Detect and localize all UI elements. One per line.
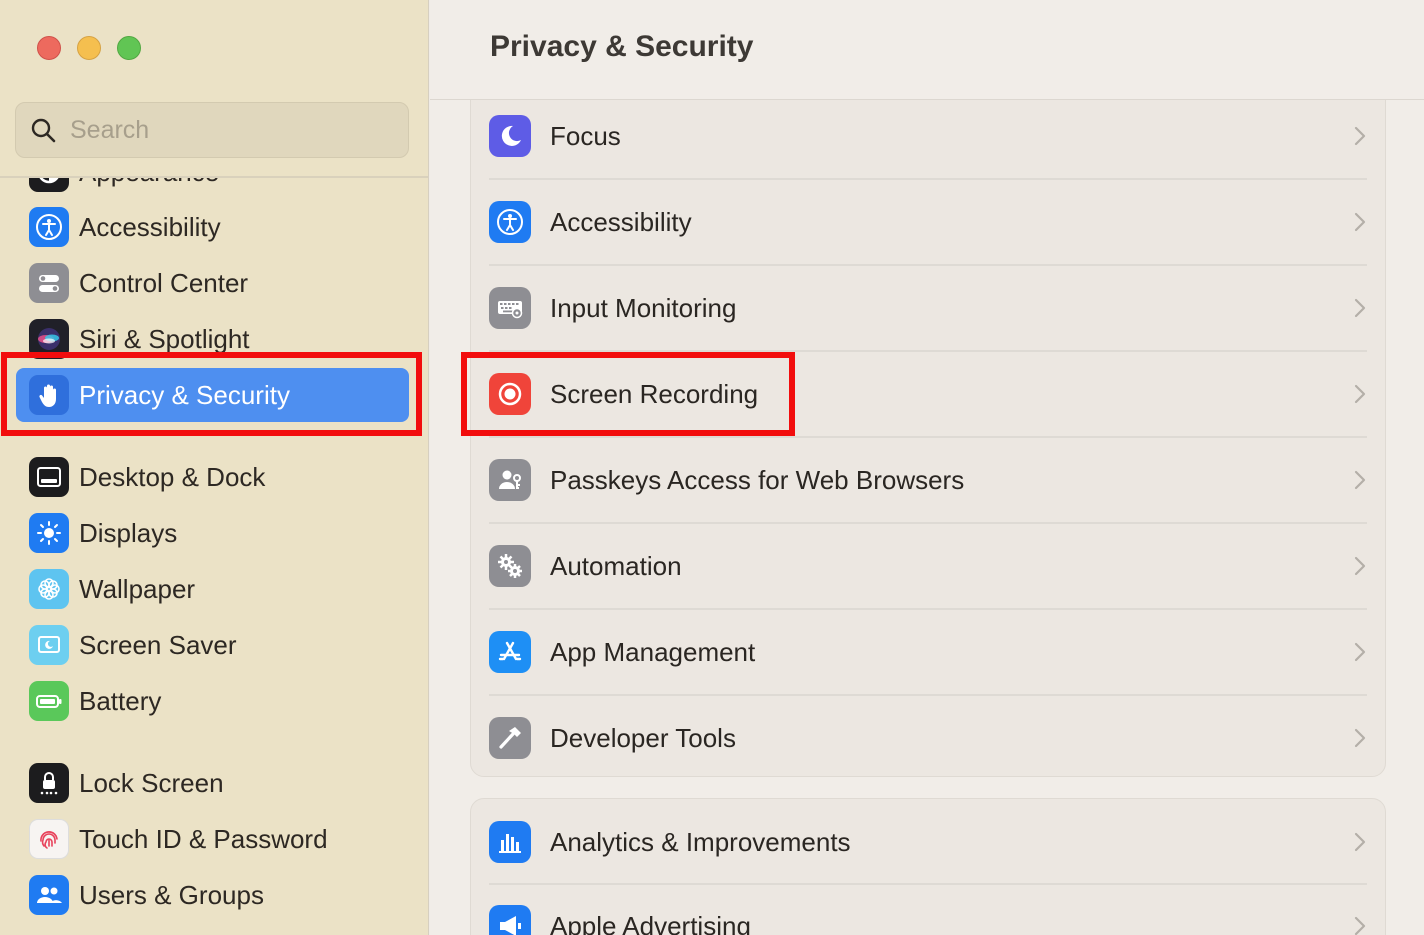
sidebar-item-label: Desktop & Dock (79, 461, 266, 492)
permission-row-screen-recording[interactable]: Screen Recording (471, 351, 1385, 437)
desktop-dock-icon (29, 457, 69, 497)
sidebar-item-accessibility[interactable]: Accessibility (16, 200, 409, 254)
chevron-right-icon (1354, 298, 1366, 318)
battery-icon (29, 681, 69, 721)
settings-row-analytics[interactable]: Analytics & Improvements (471, 799, 1385, 885)
chevron-right-icon (1354, 126, 1366, 146)
sidebar-item-users-groups[interactable]: Users & Groups (16, 868, 409, 922)
focus-moon-icon (489, 115, 531, 157)
chevron-right-icon (1354, 556, 1366, 576)
permission-row-automation[interactable]: Automation (471, 523, 1385, 609)
sidebar-item-touch-id[interactable]: Touch ID & Password (16, 812, 409, 866)
screen-recording-icon (489, 373, 531, 415)
chevron-right-icon (1354, 728, 1366, 748)
permission-label: Screen Recording (550, 378, 759, 409)
fingerprint-icon (29, 819, 69, 859)
displays-icon (29, 513, 69, 553)
permission-label: Focus (550, 120, 621, 151)
sidebar-item-label: Users & Groups (79, 879, 264, 910)
wallpaper-icon (29, 569, 69, 609)
sidebar-item-lock-screen[interactable]: Lock Screen (16, 756, 409, 810)
settings-label: Analytics & Improvements (550, 826, 851, 857)
gears-icon (489, 545, 531, 587)
search-input[interactable] (70, 115, 370, 145)
keyboard-icon (489, 287, 531, 329)
settings-label: Apple Advertising (550, 910, 751, 935)
sidebar-item-label: Appearance (79, 178, 219, 188)
sidebar-item-privacy-security[interactable]: Privacy & Security (16, 368, 409, 422)
lock-screen-icon (29, 763, 69, 803)
permission-row-accessibility[interactable]: Accessibility (471, 179, 1385, 265)
sidebar: Appearance Accessibility Control Center … (0, 0, 429, 935)
sidebar-list: Appearance Accessibility Control Center … (0, 178, 428, 935)
accessibility-icon (489, 201, 531, 243)
search-field[interactable] (15, 102, 409, 158)
sidebar-item-label: Accessibility (79, 211, 221, 242)
chevron-right-icon (1354, 832, 1366, 852)
siri-icon (29, 319, 69, 359)
permission-row-focus[interactable]: Focus (471, 93, 1385, 179)
sidebar-item-label: Siri & Spotlight (79, 323, 250, 354)
chevron-right-icon (1354, 384, 1366, 404)
minimize-window-button[interactable] (77, 36, 101, 60)
main-content: Privacy & Security Focus Accessibility I… (430, 0, 1424, 935)
hammer-icon (489, 717, 531, 759)
screen-saver-icon (29, 625, 69, 665)
settings-row-apple-advertising[interactable]: Apple Advertising (471, 883, 1385, 935)
sidebar-item-desktop-dock[interactable]: Desktop & Dock (16, 450, 409, 504)
passkeys-icon (489, 459, 531, 501)
privacy-hand-icon (29, 375, 69, 415)
permission-row-app-management[interactable]: App Management (471, 609, 1385, 695)
sidebar-item-appearance[interactable]: Appearance (16, 178, 409, 199)
main-header: Privacy & Security (430, 0, 1424, 100)
app-store-icon (489, 631, 531, 673)
chevron-right-icon (1354, 212, 1366, 232)
sidebar-item-label: Displays (79, 517, 178, 548)
analytics-bars-icon (489, 821, 531, 863)
search-icon (31, 118, 56, 143)
appearance-icon (29, 178, 69, 192)
page-title: Privacy & Security (490, 30, 754, 63)
chevron-right-icon (1354, 470, 1366, 490)
users-groups-icon (29, 875, 69, 915)
sidebar-item-screen-saver[interactable]: Screen Saver (16, 618, 409, 672)
sidebar-item-control-center[interactable]: Control Center (16, 256, 409, 310)
permission-row-developer-tools[interactable]: Developer Tools (471, 695, 1385, 776)
control-center-icon (29, 263, 69, 303)
permission-label: Passkeys Access for Web Browsers (550, 464, 965, 495)
close-window-button[interactable] (37, 36, 61, 60)
permission-label: Input Monitoring (550, 292, 737, 323)
sidebar-item-label: Wallpaper (79, 573, 196, 604)
sidebar-item-siri-spotlight[interactable]: Siri & Spotlight (16, 312, 409, 366)
permission-label: App Management (550, 636, 756, 667)
permissions-group: Focus Accessibility Input Monitoring Scr… (470, 48, 1386, 777)
permission-label: Accessibility (550, 206, 692, 237)
sidebar-item-battery[interactable]: Battery (16, 674, 409, 728)
sidebar-item-label: Control Center (79, 267, 249, 298)
chevron-right-icon (1354, 642, 1366, 662)
chevron-right-icon (1354, 916, 1366, 935)
sidebar-item-label: Screen Saver (79, 629, 237, 660)
accessibility-icon (29, 207, 69, 247)
permission-row-passkeys[interactable]: Passkeys Access for Web Browsers (471, 437, 1385, 523)
sidebar-item-label: Touch ID & Password (79, 823, 328, 854)
sidebar-item-wallpaper[interactable]: Wallpaper (16, 562, 409, 616)
sidebar-item-label: Battery (79, 685, 162, 716)
megaphone-icon (489, 905, 531, 935)
permission-label: Automation (550, 550, 682, 581)
permission-label: Developer Tools (550, 722, 736, 753)
sidebar-item-displays[interactable]: Displays (16, 506, 409, 560)
window-controls (37, 36, 141, 60)
sidebar-item-label: Lock Screen (79, 767, 224, 798)
sidebar-item-label: Privacy & Security (79, 379, 290, 410)
analytics-group: Analytics & Improvements Apple Advertisi… (470, 798, 1386, 935)
zoom-window-button[interactable] (117, 36, 141, 60)
permission-row-input-monitoring[interactable]: Input Monitoring (471, 265, 1385, 351)
